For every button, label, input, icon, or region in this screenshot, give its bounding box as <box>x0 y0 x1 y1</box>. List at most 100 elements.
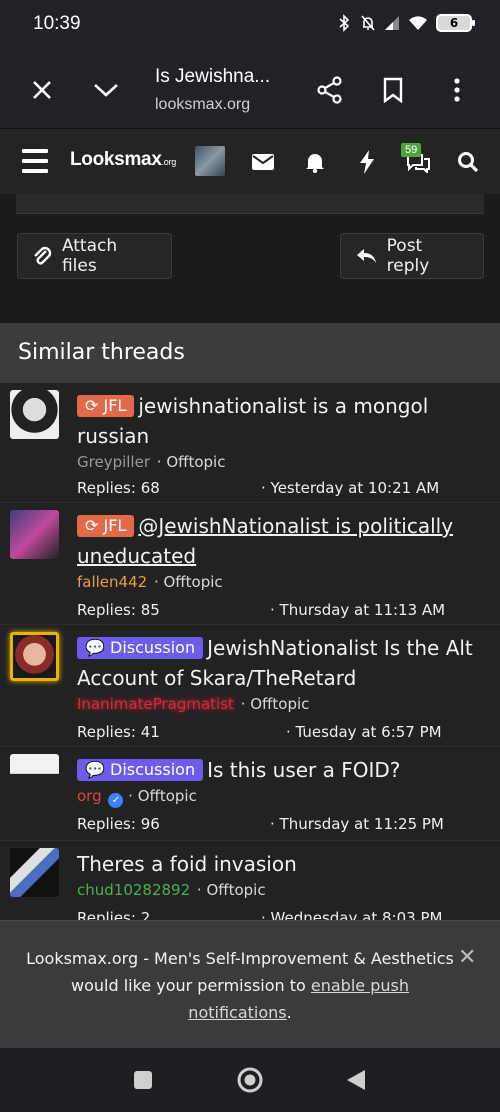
similar-threads-title: Similar threads <box>18 340 185 365</box>
thread-stats: Replies: 96 · Thursday at 11:25 PM <box>77 815 487 833</box>
site-navbar: Looksmax.org <box>0 128 500 194</box>
thread-date: · Thursday at 11:13 AM <box>270 601 446 619</box>
status-bar: 10:39 6 <box>0 0 500 50</box>
post-reply-label: Post reply <box>386 236 430 276</box>
site-logo[interactable]: Looksmax.org <box>70 149 176 171</box>
avatar[interactable] <box>10 632 59 681</box>
prefix-label: JFL <box>103 516 127 535</box>
thread-forum[interactable]: · Offtopic <box>241 695 310 713</box>
thread-meta: chud10282892 · Offtopic <box>77 881 266 899</box>
list-item[interactable]: Theres a foid invasion chud10282892 · Of… <box>0 841 500 923</box>
close-tab-button[interactable] <box>22 70 62 110</box>
logo-suffix: .org <box>161 157 177 167</box>
thread-author[interactable]: org <box>77 787 102 805</box>
status-time: 10:39 <box>33 13 81 34</box>
reply-icon <box>357 249 376 263</box>
reply-count: Replies: 68 <box>77 479 160 497</box>
push-permission-banner: Looksmax.org - Men's Self-Improvement & … <box>0 920 500 1048</box>
android-nav-bar <box>0 1048 500 1112</box>
prefix-tag[interactable]: ⟳ JFL <box>77 515 135 537</box>
thread-forum[interactable]: · Offtopic <box>197 881 266 899</box>
avatar[interactable] <box>10 848 59 897</box>
thread-author[interactable]: Greypiller <box>77 453 150 471</box>
status-icons: 6 <box>336 14 475 32</box>
close-icon[interactable]: ✕ <box>458 945 476 970</box>
thread-meta: Greypiller · Offtopic <box>77 453 225 471</box>
thread-title-text: Is this user a FOID? <box>207 758 401 782</box>
envelope-icon <box>252 154 274 170</box>
prefix-tag[interactable]: 💬 Discussion <box>77 637 204 659</box>
prefix-tag[interactable]: ⟳ JFL <box>77 395 135 417</box>
refresh-icon: ⟳ <box>85 396 104 415</box>
reply-count: Replies: 85 <box>77 601 160 619</box>
thread-date: · Thursday at 11:25 PM <box>270 815 444 833</box>
inbox-button[interactable] <box>250 149 276 175</box>
search-button[interactable] <box>455 149 481 175</box>
alerts-button[interactable] <box>302 149 328 175</box>
similar-threads-list: ⟳ JFL jewishnationalist is a mongol russi… <box>0 383 500 923</box>
thread-author[interactable]: fallen442 <box>77 573 147 591</box>
battery-icon: 6 <box>436 14 475 32</box>
thread-forum[interactable]: · Offtopic <box>154 573 223 591</box>
attach-files-button[interactable]: Attach files <box>17 233 172 279</box>
back-icon[interactable] <box>346 1069 366 1091</box>
thread-author[interactable]: chud10282892 <box>77 881 190 899</box>
prefix-label: Discussion <box>110 638 196 657</box>
close-icon <box>33 81 51 99</box>
thread-author[interactable]: InanimatePragmatist <box>77 695 234 713</box>
thread-title[interactable]: 💬 Discussion JewishNationalist Is the Alt… <box>77 633 482 693</box>
bluetooth-icon <box>339 14 350 32</box>
browser-toolbar: Is Jewishna... looksmax.org <box>0 50 500 128</box>
wifi-icon <box>409 16 427 30</box>
list-item[interactable]: 💬 Discussion JewishNationalist Is the Alt… <box>0 625 500 747</box>
thread-meta: fallen442 · Offtopic <box>77 573 223 591</box>
lightning-icon <box>360 150 374 174</box>
user-avatar[interactable] <box>195 146 225 176</box>
search-icon <box>458 152 479 173</box>
chat-icon: 💬 <box>85 638 111 657</box>
menu-icon[interactable] <box>22 149 48 173</box>
thread-forum[interactable]: · Offtopic <box>128 787 197 805</box>
thread-date: · Tuesday at 6:57 PM <box>286 723 442 741</box>
bookmark-button[interactable] <box>373 70 413 110</box>
logo-text: Looksmax <box>70 149 162 170</box>
share-button[interactable] <box>310 70 350 110</box>
whats-new-button[interactable] <box>354 149 380 175</box>
thread-title-text: Theres a foid invasion <box>77 852 297 876</box>
thread-date: · Yesterday at 10:21 AM <box>261 479 440 497</box>
thread-title[interactable]: 💬 Discussion Is this user a FOID? <box>77 755 482 785</box>
avatar[interactable] <box>10 390 59 439</box>
minimize-tab-button[interactable] <box>86 70 126 110</box>
push-message-end: . <box>286 1003 292 1022</box>
page-title[interactable]: Is Jewishna... <box>155 66 270 88</box>
mute-icon <box>361 15 375 31</box>
avatar[interactable] <box>10 754 59 803</box>
more-vertical-icon <box>454 78 460 102</box>
recents-icon[interactable] <box>133 1070 153 1090</box>
verified-icon: ✓ <box>108 793 124 808</box>
prefix-tag[interactable]: 💬 Discussion <box>77 759 204 781</box>
thread-stats: Replies: 68 · Yesterday at 10:21 AM <box>77 479 487 497</box>
bell-icon <box>306 154 324 173</box>
conversations-badge: 59 <box>401 143 422 157</box>
list-item[interactable]: ⟳ JFL jewishnationalist is a mongol russi… <box>0 383 500 503</box>
list-item[interactable]: ⟳ JFL @JewishNationalist is politically u… <box>0 503 500 625</box>
thread-title[interactable]: ⟳ JFL @JewishNationalist is politically u… <box>77 511 482 571</box>
push-permission-message: Looksmax.org - Men's Self-Improvement & … <box>20 945 460 1026</box>
post-reply-button[interactable]: Post reply <box>340 233 484 279</box>
more-options-button[interactable] <box>437 70 477 110</box>
similar-threads-header: Similar threads <box>0 323 500 383</box>
list-item[interactable]: 💬 Discussion Is this user a FOID? org ✓ ·… <box>0 747 500 841</box>
home-icon[interactable] <box>236 1066 264 1094</box>
reply-editor[interactable] <box>16 194 484 214</box>
share-icon <box>317 76 342 104</box>
thread-meta: org ✓ · Offtopic <box>77 787 197 808</box>
thread-meta: InanimatePragmatist · Offtopic <box>77 695 309 713</box>
avatar[interactable] <box>10 510 59 559</box>
thread-forum[interactable]: · Offtopic <box>157 453 226 471</box>
thread-title[interactable]: Theres a foid invasion <box>77 849 482 879</box>
thread-stats: Replies: 41 · Tuesday at 6:57 PM <box>77 723 487 741</box>
page-url[interactable]: looksmax.org <box>155 96 250 114</box>
thread-title[interactable]: ⟳ JFL jewishnationalist is a mongol russi… <box>77 391 482 451</box>
prefix-label: Discussion <box>110 760 196 779</box>
